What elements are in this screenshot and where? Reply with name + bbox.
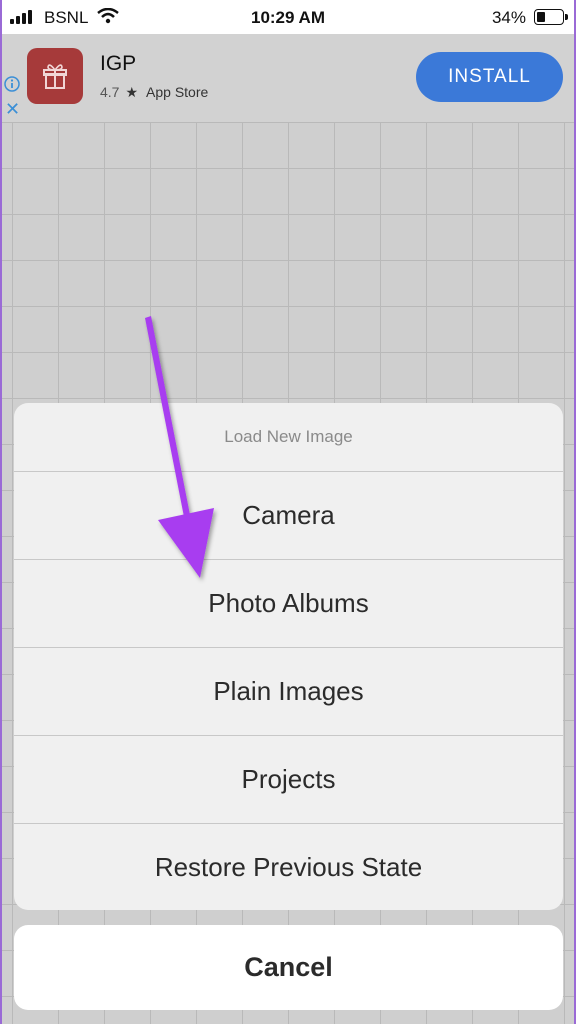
option-plain-images[interactable]: Plain Images bbox=[14, 648, 563, 736]
option-photo-albums[interactable]: Photo Albums bbox=[14, 560, 563, 648]
ad-store: App Store bbox=[146, 84, 209, 100]
ad-app-name[interactable]: IGP bbox=[100, 52, 136, 76]
battery-icon bbox=[534, 9, 568, 25]
star-icon: ★ bbox=[125, 84, 139, 100]
info-icon[interactable] bbox=[4, 76, 20, 92]
option-projects[interactable]: Projects bbox=[14, 736, 563, 824]
action-sheet-title: Load New Image bbox=[14, 403, 563, 472]
ad-rating: 4.7 bbox=[100, 84, 120, 100]
ad-banner[interactable]: IGP 4.7 ★ App Store INSTALL ✕ bbox=[0, 34, 576, 122]
ad-subtitle: 4.7 ★ App Store bbox=[100, 84, 208, 101]
close-icon[interactable]: ✕ bbox=[5, 100, 20, 118]
option-restore-previous-state[interactable]: Restore Previous State bbox=[14, 824, 563, 910]
install-button[interactable]: INSTALL bbox=[416, 52, 563, 102]
frame-edge-left bbox=[0, 0, 2, 1024]
status-bar: BSNL 10:29 AM 34% bbox=[0, 0, 576, 34]
battery-percent: 34% bbox=[491, 8, 526, 27]
cancel-button[interactable]: Cancel bbox=[14, 925, 563, 1010]
option-camera[interactable]: Camera bbox=[14, 472, 563, 560]
clock: 10:29 AM bbox=[250, 8, 325, 27]
app-icon[interactable] bbox=[27, 48, 83, 104]
gift-icon bbox=[43, 64, 67, 89]
action-sheet: Load New Image Camera Photo Albums Plain… bbox=[14, 403, 563, 910]
